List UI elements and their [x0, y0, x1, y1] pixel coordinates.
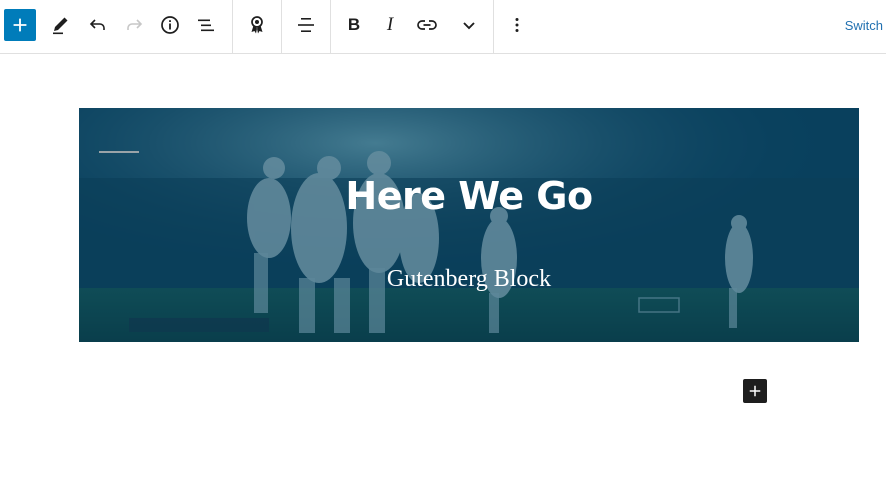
separator-line: [99, 151, 139, 153]
toolbar-separator: [232, 0, 233, 54]
award-icon: [251, 16, 263, 34]
italic-button[interactable]: I: [374, 9, 406, 41]
align-button[interactable]: [290, 9, 322, 41]
more-formatting-button[interactable]: [453, 9, 485, 41]
block-type-button[interactable]: [241, 9, 273, 41]
details-button[interactable]: [154, 9, 186, 41]
cover-heading[interactable]: Here We Go: [79, 174, 859, 218]
switch-link[interactable]: Switch: [845, 18, 883, 33]
block-inserter-button[interactable]: [4, 9, 36, 41]
toolbar-separator: [330, 0, 331, 54]
vertical-ellipsis-icon: [515, 18, 519, 32]
info-icon: [161, 16, 179, 34]
bold-label: B: [347, 15, 361, 34]
cover-paragraph[interactable]: Gutenberg Block: [79, 266, 859, 293]
tools-button[interactable]: [45, 9, 77, 41]
editor-toolbar: B I Switch: [0, 0, 886, 54]
list-view-button[interactable]: [190, 9, 222, 41]
pencil-icon: [53, 17, 68, 35]
redo-button[interactable]: [118, 9, 150, 41]
plus-icon: [13, 18, 27, 32]
cover-overlay: [79, 108, 859, 342]
undo-icon: [89, 19, 105, 30]
cover-block[interactable]: Here We Go Gutenberg Block: [79, 108, 859, 342]
italic-label: I: [386, 14, 394, 35]
redo-icon: [127, 19, 143, 30]
block-options-button[interactable]: [501, 9, 533, 41]
link-button[interactable]: [411, 9, 443, 41]
chevron-down-icon: [463, 22, 475, 30]
toolbar-separator: [493, 0, 494, 54]
link-icon: [417, 20, 437, 30]
undo-button[interactable]: [82, 9, 114, 41]
list-view-icon: [198, 19, 214, 32]
bold-button[interactable]: B: [338, 9, 370, 41]
plus-icon: [749, 385, 761, 397]
align-center-icon: [298, 18, 314, 32]
toolbar-separator: [281, 0, 282, 54]
add-block-button[interactable]: [743, 379, 767, 403]
